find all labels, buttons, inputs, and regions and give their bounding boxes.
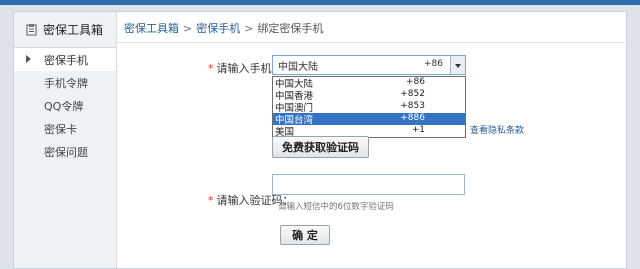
- sidebar-item-security-phone[interactable]: 密保手机: [14, 48, 116, 71]
- sidebar: 密保工具箱 密保手机 手机令牌 QQ令牌 密保卡 密保问题: [14, 12, 117, 268]
- region-select-code: +86: [424, 59, 443, 69]
- breadcrumb-separator: >: [244, 22, 254, 35]
- sidebar-item-phone-token[interactable]: 手机令牌: [14, 71, 116, 94]
- sidebar-item-security-card[interactable]: 密保卡: [14, 117, 116, 140]
- sidebar-title-label: 密保工具箱: [43, 23, 104, 37]
- sidebar-item-label: 密保问题: [44, 145, 88, 159]
- region-select-name: 中国大陆: [278, 61, 318, 73]
- region-select[interactable]: 中国大陆 +86: [272, 55, 466, 75]
- sidebar-title: 密保工具箱: [14, 12, 116, 48]
- breadcrumb-separator: >: [183, 22, 193, 35]
- sidebar-item-label: QQ令牌: [44, 99, 84, 113]
- region-option-highlighted[interactable]: 中国台湾 +886: [273, 113, 465, 126]
- sidebar-item-security-question[interactable]: 密保问题: [14, 140, 116, 163]
- toolbox-icon: [26, 23, 37, 36]
- sidebar-item-qq-token[interactable]: QQ令牌: [14, 94, 116, 117]
- region-option-code: +852: [400, 89, 425, 99]
- confirm-button[interactable]: 确 定: [280, 225, 330, 245]
- required-mark: *: [208, 62, 214, 75]
- chevron-down-icon[interactable]: [450, 56, 465, 74]
- breadcrumb-current: 绑定密保手机: [257, 22, 324, 35]
- arrow-right-icon: [26, 55, 31, 63]
- region-option-code: +1: [411, 125, 425, 135]
- header-divider: [118, 42, 627, 43]
- sidebar-item-label: 手机令牌: [44, 76, 88, 90]
- top-bar: [0, 0, 640, 5]
- region-option-code: +886: [400, 113, 425, 123]
- required-mark: *: [208, 194, 214, 207]
- breadcrumb-root[interactable]: 密保工具箱: [124, 22, 179, 35]
- region-dropdown: 中国大陆 +86 中国香港 +852 中国澳门 +853 中国台湾 +886 美…: [272, 76, 466, 138]
- privacy-link[interactable]: 查看隐私条款: [470, 123, 524, 136]
- breadcrumb: 密保工具箱 > 密保手机 > 绑定密保手机: [124, 20, 323, 36]
- verification-code-input[interactable]: [272, 174, 465, 195]
- region-option-code: +853: [400, 101, 425, 111]
- code-hint: 请输入短信中的6位数字验证码: [278, 202, 394, 212]
- region-option-code: +86: [406, 77, 425, 87]
- sidebar-item-label: 密保手机: [44, 53, 88, 67]
- breadcrumb-parent[interactable]: 密保手机: [196, 22, 240, 35]
- sidebar-item-label: 密保卡: [44, 122, 77, 136]
- get-code-button[interactable]: 免费获取验证码: [272, 136, 369, 158]
